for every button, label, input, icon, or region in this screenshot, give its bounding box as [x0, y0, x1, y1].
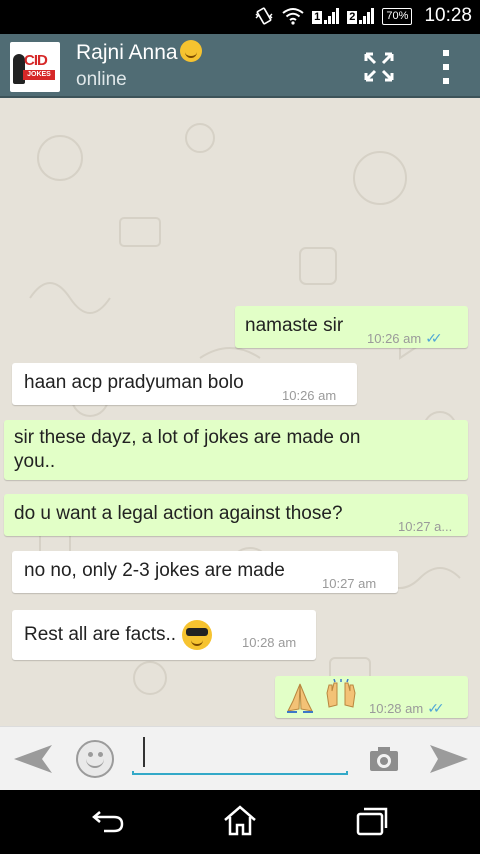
message-time: 10:28 am	[242, 635, 297, 650]
message-bubble-outgoing[interactable]: sir these dayz, a lot of jokes are made …	[4, 420, 468, 480]
message-bubble-incoming[interactable]: haan acp pradyuman bolo 10:26 am	[12, 363, 357, 405]
emoji-picker-icon[interactable]	[76, 740, 114, 778]
message-time: 10:26 am	[282, 388, 337, 403]
system-nav-bar	[0, 790, 480, 854]
status-bar: 1 2 70% 10:28	[0, 0, 480, 34]
contact-avatar[interactable]: CID JOKES	[10, 42, 60, 92]
message-bubble-outgoing[interactable]: 10:28 am ✓✓	[275, 676, 468, 718]
message-time: 10:28 am ✓✓	[369, 696, 445, 721]
nav-recents-icon[interactable]	[356, 806, 388, 841]
chat-header: CID JOKES Rajni Anna online	[0, 34, 480, 98]
avatar-logo-text: CID	[24, 52, 48, 69]
expand-icon[interactable]	[362, 50, 396, 84]
camera-icon[interactable]	[368, 745, 400, 773]
battery-indicator: 70%	[382, 7, 413, 25]
message-input-bar	[0, 726, 480, 790]
sim1-label: 1	[312, 11, 323, 24]
message-time-text: 10:26 am	[367, 331, 422, 346]
avatar-logo-subtitle: JOKES	[23, 70, 55, 80]
cool-sunglasses-emoji-icon	[182, 620, 213, 650]
message-bubble-outgoing[interactable]: do u want a legal action against those? …	[4, 494, 468, 536]
message-text: haan acp pradyuman bolo	[24, 372, 244, 393]
smiling-emoji-icon	[179, 40, 202, 62]
message-text: namaste sir	[245, 315, 344, 336]
contact-name: Rajni Anna	[76, 41, 178, 64]
sim2-signal: 2	[347, 8, 375, 24]
message-time: 10:27 a...	[398, 519, 453, 534]
raised-hands-emoji-icon	[323, 678, 359, 720]
message-text: no no, only 2-3 jokes are made	[24, 560, 285, 581]
wifi-icon	[282, 7, 304, 25]
text-cursor	[143, 737, 145, 767]
message-time-text: 10:28 am	[369, 701, 424, 716]
status-icons: 1 2 70% 10:28	[254, 5, 472, 27]
nav-back-icon[interactable]	[90, 808, 124, 839]
contact-status: online	[76, 69, 127, 90]
message-text-line2: you..	[14, 451, 56, 472]
read-ticks-icon: ✓✓	[427, 700, 445, 716]
message-text-line1: sir these dayz, a lot of jokes are made …	[14, 427, 361, 448]
read-ticks-icon: ✓✓	[425, 330, 443, 346]
nav-home-icon[interactable]	[222, 804, 258, 841]
message-content: Rest all are facts..	[24, 620, 213, 650]
signal-bars-icon	[324, 8, 340, 24]
sim2-label: 2	[347, 11, 358, 24]
message-bubble-incoming[interactable]: no no, only 2-3 jokes are made 10:27 am	[12, 551, 398, 593]
message-text: do u want a legal action against those?	[14, 503, 343, 524]
folded-hands-emoji-icon	[285, 681, 315, 720]
message-time: 10:27 am	[322, 576, 377, 591]
message-bubble-incoming[interactable]: Rest all are facts.. 10:28 am	[12, 610, 316, 660]
status-clock: 10:28	[424, 5, 472, 26]
signal-bars-icon	[359, 8, 375, 24]
chat-area[interactable]: namaste sir 10:26 am ✓✓ haan acp pradyuma…	[0, 98, 480, 726]
sim1-signal: 1	[312, 8, 340, 24]
vibrate-icon	[254, 6, 274, 26]
input-underline	[132, 771, 348, 775]
send-icon[interactable]	[428, 743, 468, 780]
message-time: 10:26 am ✓✓	[367, 326, 443, 351]
overflow-menu-icon[interactable]	[438, 50, 454, 84]
message-text: Rest all are facts..	[24, 624, 177, 646]
contact-name-wrap[interactable]: Rajni Anna	[76, 40, 202, 65]
back-arrow-icon[interactable]	[14, 743, 54, 780]
message-bubble-outgoing[interactable]: namaste sir 10:26 am ✓✓	[235, 306, 468, 348]
